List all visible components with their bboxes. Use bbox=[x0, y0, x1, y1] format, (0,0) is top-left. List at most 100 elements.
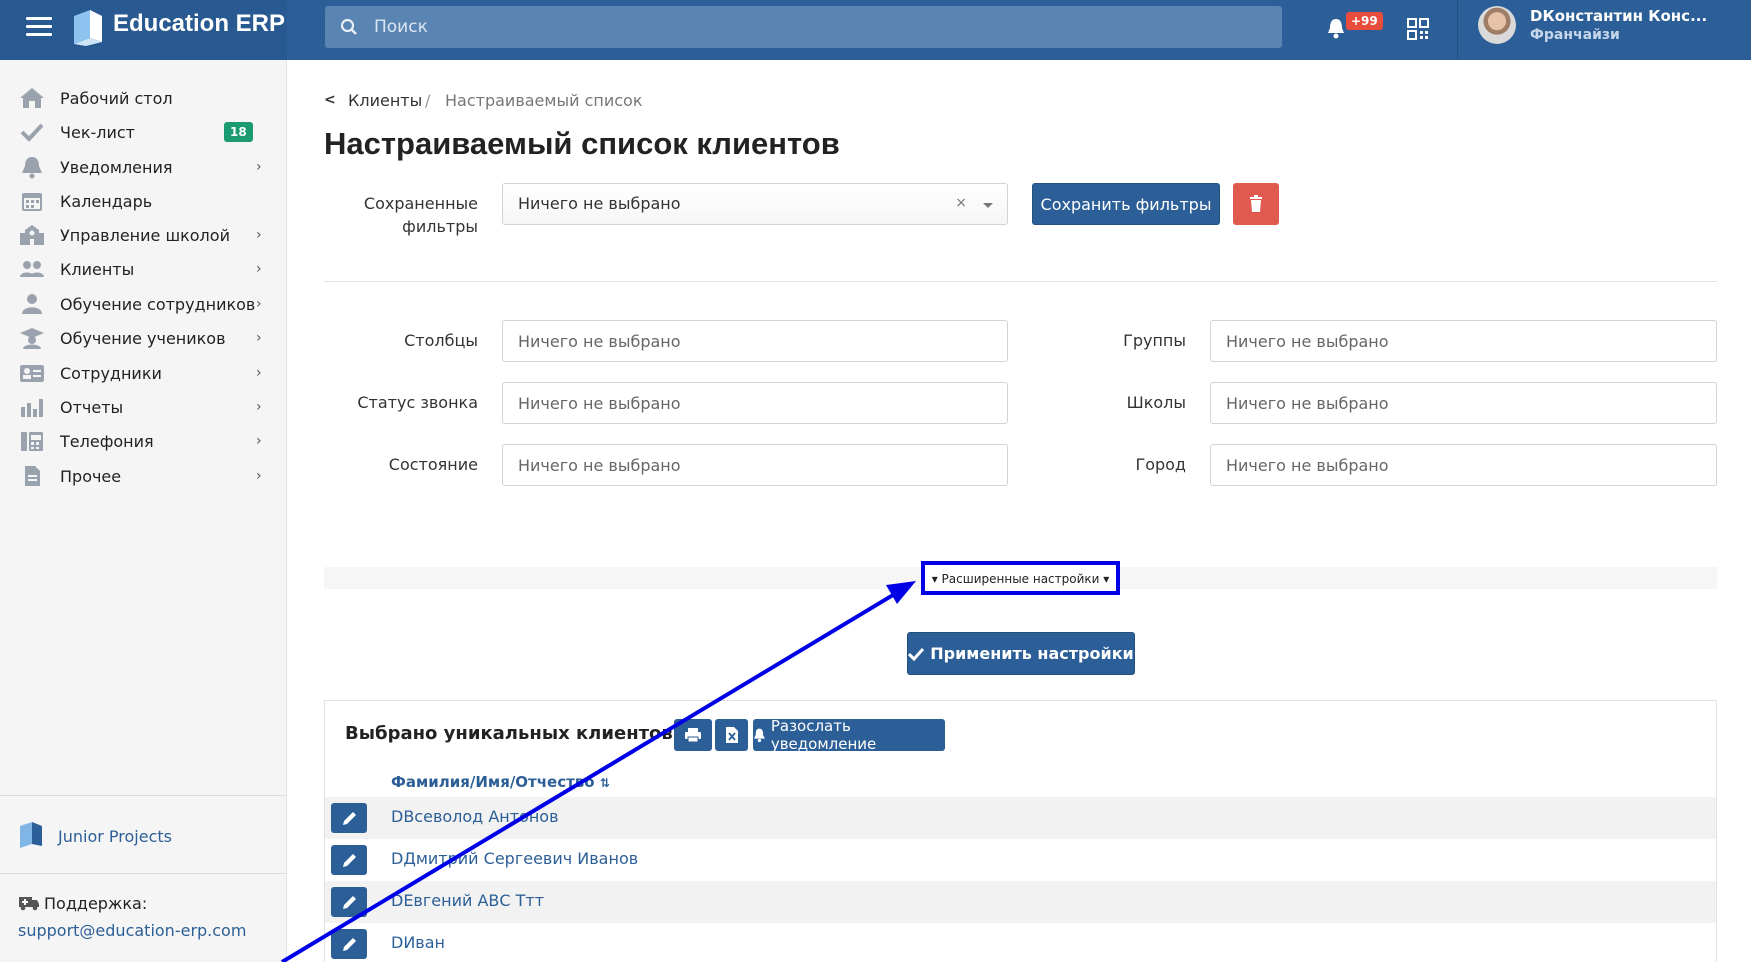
search-icon bbox=[340, 18, 357, 35]
sidebar-item-notifications[interactable]: Уведомления › bbox=[0, 150, 287, 184]
bell-icon bbox=[753, 728, 765, 743]
sidebar-item-label: Телефония bbox=[60, 431, 154, 451]
user-name[interactable]: DКонстантин Конс... bbox=[1530, 7, 1707, 25]
sidebar-item-reports[interactable]: Отчеты › bbox=[0, 390, 287, 424]
checklist-count-badge: 18 bbox=[224, 122, 253, 142]
print-button[interactable] bbox=[674, 719, 712, 751]
search-input[interactable]: Поиск bbox=[325, 6, 1282, 48]
user-divider bbox=[1457, 0, 1458, 60]
back-chevron-icon[interactable]: < bbox=[324, 92, 336, 108]
columns-placeholder: Ничего не выбрано bbox=[518, 332, 681, 351]
sidebar-item-label: Сотрудники bbox=[60, 363, 162, 383]
sidebar-item-calendar[interactable]: Календарь bbox=[0, 184, 287, 218]
breadcrumb-current: Настраиваемый список bbox=[445, 91, 643, 110]
id-card-icon bbox=[20, 365, 44, 382]
users-icon bbox=[20, 261, 44, 277]
check-icon bbox=[908, 647, 925, 661]
calendar-icon bbox=[22, 193, 42, 211]
export-excel-button[interactable] bbox=[715, 719, 748, 751]
saved-filters-label-line1: Сохраненные bbox=[363, 194, 478, 213]
saved-filters-select[interactable]: Ничего не выбрано × bbox=[502, 183, 1008, 225]
advanced-settings-label: ▾ Расширенные настройки ▾ bbox=[931, 572, 1110, 586]
client-name-link[interactable]: DЕвгений АВС Ттт bbox=[391, 891, 544, 910]
schools-placeholder: Ничего не выбрано bbox=[1226, 394, 1389, 413]
groups-select[interactable]: Ничего не выбрано bbox=[1210, 320, 1717, 362]
sidebar-item-checklist[interactable]: Чек-лист 18 bbox=[0, 115, 287, 149]
delete-filter-button[interactable] bbox=[1233, 183, 1279, 225]
chevron-right-icon: › bbox=[256, 227, 262, 243]
hamburger-menu-icon[interactable] bbox=[26, 17, 52, 37]
edit-button[interactable] bbox=[331, 887, 367, 917]
staff-training-icon bbox=[22, 294, 42, 314]
notifications-badge: +99 bbox=[1346, 12, 1383, 30]
chevron-right-icon: › bbox=[256, 159, 262, 175]
support-email-link[interactable]: support@education-erp.com bbox=[18, 921, 246, 940]
excel-icon bbox=[725, 727, 738, 743]
bell-icon bbox=[22, 157, 42, 179]
file-icon bbox=[25, 466, 40, 486]
page-title: Настраиваемый список клиентов bbox=[324, 126, 840, 161]
junior-projects-link[interactable]: Junior Projects bbox=[58, 827, 172, 846]
advanced-settings-toggle[interactable]: ▾ Расширенные настройки ▾ bbox=[921, 561, 1120, 595]
apply-settings-button[interactable]: Применить настройки bbox=[907, 632, 1135, 675]
top-bar: Education ERP Поиск +99 DКонстантин Конс… bbox=[0, 0, 1751, 60]
client-name-link[interactable]: DДмитрий Сергеевич Иванов bbox=[391, 849, 638, 868]
city-select[interactable]: Ничего не выбрано bbox=[1210, 444, 1717, 486]
home-icon bbox=[20, 88, 44, 108]
support-label: Поддержка: bbox=[44, 894, 148, 913]
client-name-link[interactable]: DИван bbox=[391, 933, 445, 952]
sidebar-item-label: Обучение сотрудников bbox=[60, 294, 256, 314]
brand-area: Education ERP bbox=[0, 0, 287, 60]
junior-projects-logo-icon bbox=[20, 822, 42, 848]
trash-icon bbox=[1250, 195, 1262, 212]
sort-icon[interactable]: ⇅ bbox=[600, 776, 610, 790]
column-header-fullname[interactable]: Фамилия/Имя/Отчество ⇅ bbox=[391, 773, 610, 791]
notifications-bell-icon[interactable] bbox=[1327, 17, 1345, 39]
qr-code-icon[interactable] bbox=[1407, 18, 1429, 40]
advanced-settings-text: Расширенные настройки bbox=[941, 572, 1100, 586]
chevron-right-icon: › bbox=[256, 433, 262, 449]
apply-settings-label: Применить настройки bbox=[930, 644, 1134, 663]
sidebar-item-dashboard[interactable]: Рабочий стол bbox=[0, 81, 287, 115]
sidebar-item-other[interactable]: Прочее › bbox=[0, 459, 287, 493]
sidebar-item-school-management[interactable]: Управление школой › bbox=[0, 218, 287, 252]
results-count-title: Выбрано уникальных клиентов: 45 bbox=[345, 723, 712, 744]
schools-select[interactable]: Ничего не выбрано bbox=[1210, 382, 1717, 424]
edit-button[interactable] bbox=[331, 929, 367, 959]
sidebar-item-label: Уведомления bbox=[60, 157, 173, 177]
table-row: DИван bbox=[325, 923, 1716, 965]
edit-button[interactable] bbox=[331, 803, 367, 833]
brand-name[interactable]: Education ERP bbox=[113, 10, 285, 38]
user-avatar[interactable] bbox=[1478, 6, 1516, 44]
sidebar-item-label: Клиенты bbox=[60, 259, 135, 279]
client-name-link[interactable]: DВсеволод Антонов bbox=[391, 807, 559, 826]
sidebar-item-staff-training[interactable]: Обучение сотрудников › bbox=[0, 287, 287, 321]
sidebar-item-employees[interactable]: Сотрудники › bbox=[0, 356, 287, 390]
call-status-label: Статус звонка bbox=[357, 393, 478, 412]
breadcrumb-clients[interactable]: Клиенты bbox=[348, 91, 422, 110]
send-notification-button[interactable]: Разослать уведомление bbox=[753, 717, 945, 753]
pencil-icon bbox=[343, 938, 356, 951]
sidebar-item-student-training[interactable]: Обучение учеников › bbox=[0, 321, 287, 355]
edit-button[interactable] bbox=[331, 845, 367, 875]
sidebar-divider bbox=[0, 795, 287, 796]
sidebar-item-clients[interactable]: Клиенты › bbox=[0, 252, 287, 286]
chevron-right-icon: › bbox=[256, 399, 262, 415]
breadcrumb-separator: / bbox=[425, 91, 431, 110]
state-select[interactable]: Ничего не выбрано bbox=[502, 444, 1008, 486]
columns-select[interactable]: Ничего не выбрано bbox=[502, 320, 1008, 362]
table-row: DЕвгений АВС Ттт bbox=[325, 881, 1716, 923]
call-status-select[interactable]: Ничего не выбрано bbox=[502, 382, 1008, 424]
print-icon bbox=[685, 728, 701, 743]
clear-icon[interactable]: × bbox=[955, 195, 967, 211]
groups-label: Группы bbox=[1123, 331, 1186, 350]
save-filters-button[interactable]: Сохранить фильтры bbox=[1032, 183, 1220, 225]
school-icon bbox=[20, 225, 44, 245]
sidebar-divider bbox=[0, 873, 287, 874]
sidebar-item-telephony[interactable]: Телефония › bbox=[0, 424, 287, 458]
city-placeholder: Ничего не выбрано bbox=[1226, 456, 1389, 475]
sidebar-item-label: Рабочий стол bbox=[60, 88, 173, 108]
groups-placeholder: Ничего не выбрано bbox=[1226, 332, 1389, 351]
city-label: Город bbox=[1135, 455, 1186, 474]
column-header-label: Фамилия/Имя/Отчество bbox=[391, 773, 595, 791]
